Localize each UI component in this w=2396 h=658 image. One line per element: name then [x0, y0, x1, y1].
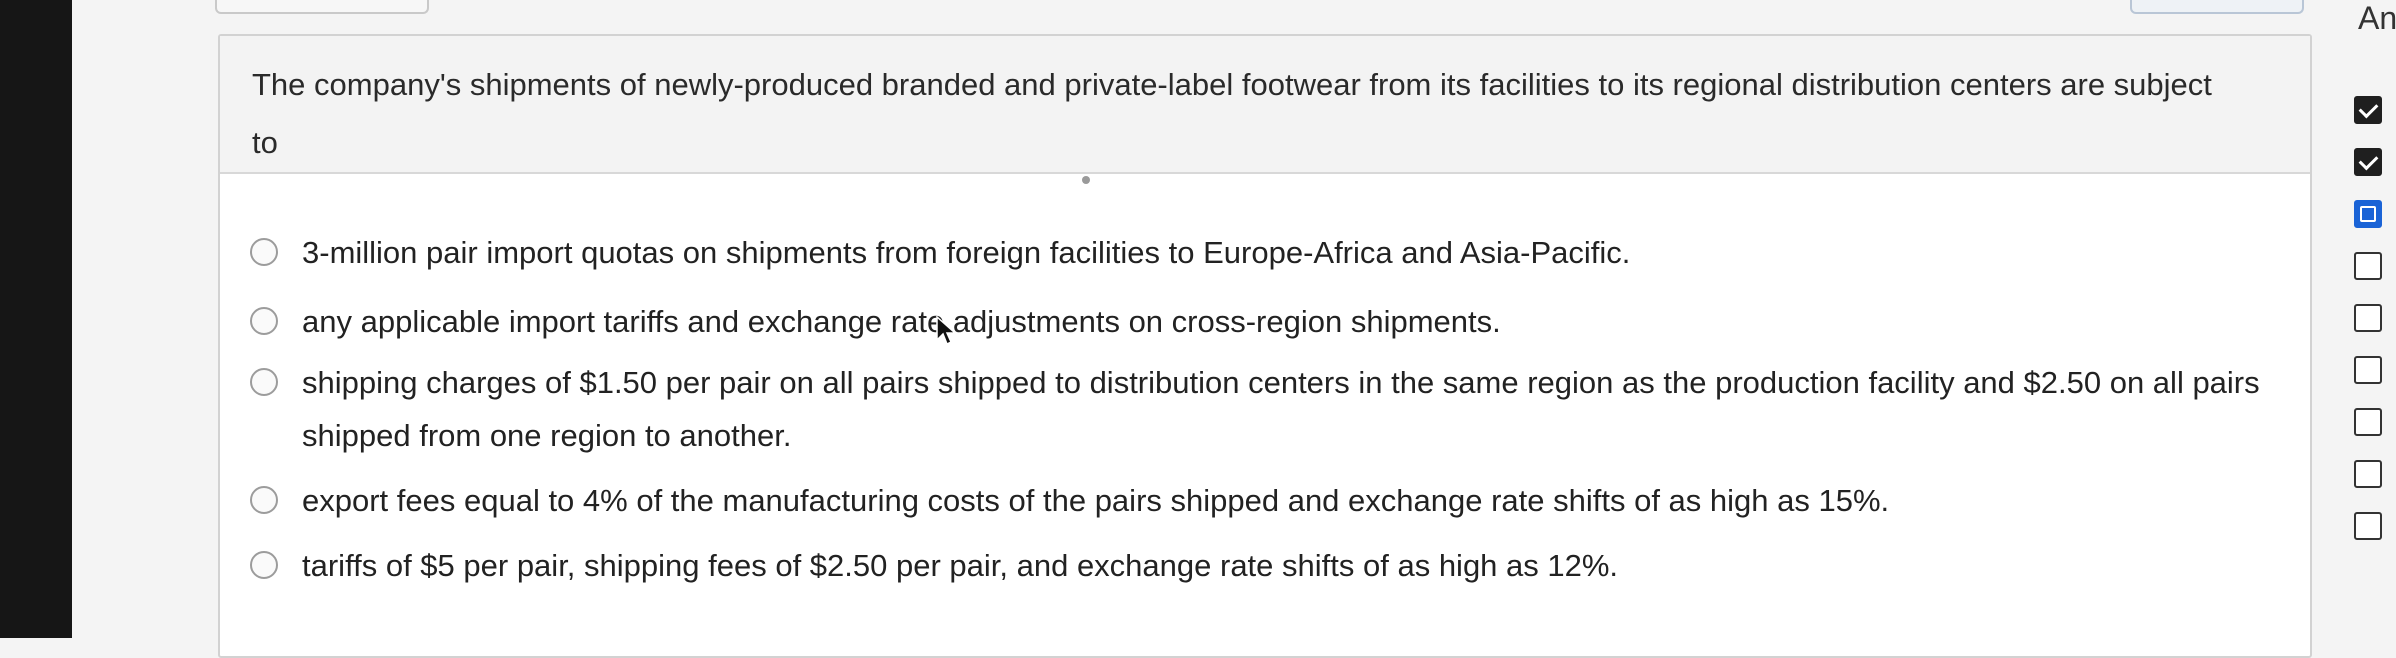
screen-bezel	[0, 0, 72, 638]
radio-button[interactable]	[250, 307, 278, 335]
question-nav-box-8[interactable]	[2354, 460, 2382, 488]
option-label: 3-million pair import quotas on shipment…	[302, 235, 1631, 270]
radio-button[interactable]	[250, 486, 278, 514]
answer-option-3[interactable]: shipping charges of $1.50 per pair on al…	[250, 356, 2290, 462]
question-nav-box-1[interactable]	[2354, 96, 2382, 124]
question-nav-box-9[interactable]	[2354, 512, 2382, 540]
divider-dot	[1082, 176, 1090, 184]
question-nav-box-5[interactable]	[2354, 304, 2382, 332]
question-nav-box-2[interactable]	[2354, 148, 2382, 176]
question-navigator	[2354, 96, 2390, 564]
answer-option-5[interactable]: tariffs of $5 per pair, shipping fees of…	[250, 539, 2290, 592]
answer-options: 3-million pair import quotas on shipment…	[250, 226, 2290, 592]
side-panel-label: An	[2358, 0, 2396, 36]
previous-tab[interactable]	[215, 0, 429, 14]
option-label: any applicable import tariffs and exchan…	[302, 304, 1501, 339]
question-nav-box-6[interactable]	[2354, 356, 2382, 384]
question-nav-box-3[interactable]	[2354, 200, 2382, 228]
question-nav-box-4[interactable]	[2354, 252, 2382, 280]
answer-option-4[interactable]: export fees equal to 4% of the manufactu…	[250, 474, 2290, 527]
question-header: The company's shipments of newly-produce…	[220, 36, 2310, 174]
radio-button[interactable]	[250, 551, 278, 579]
question-nav-box-7[interactable]	[2354, 408, 2382, 436]
question-card: The company's shipments of newly-produce…	[218, 34, 2312, 658]
next-tab[interactable]	[2130, 0, 2304, 14]
answer-option-2[interactable]: any applicable import tariffs and exchan…	[250, 295, 2290, 348]
radio-button[interactable]	[250, 238, 278, 266]
radio-button[interactable]	[250, 368, 278, 396]
option-label: shipping charges of $1.50 per pair on al…	[302, 365, 2260, 453]
answer-option-1[interactable]: 3-million pair import quotas on shipment…	[250, 226, 2290, 279]
mouse-cursor-icon	[936, 316, 957, 346]
option-label: export fees equal to 4% of the manufactu…	[302, 483, 1890, 518]
option-label: tariffs of $5 per pair, shipping fees of…	[302, 548, 1619, 583]
question-text: The company's shipments of newly-produce…	[252, 67, 2212, 160]
